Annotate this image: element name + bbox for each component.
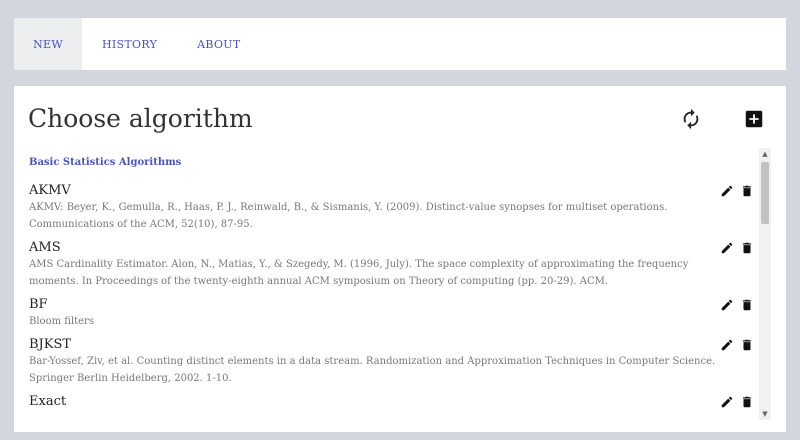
algorithm-name: AKMV [29, 183, 71, 198]
algorithm-description: Bloom filters [29, 316, 94, 327]
delete-icon[interactable] [740, 241, 754, 255]
page-title: Choose algorithm [28, 104, 253, 133]
algorithm-list: AKMV AKMV: Beyer, K., Gemulla, R., Haas,… [29, 182, 754, 416]
delete-icon[interactable] [740, 338, 754, 352]
add-box-icon[interactable] [743, 108, 765, 130]
algorithm-name: AMS [29, 240, 61, 255]
algorithm-description: AMS Cardinality Estimator. Alon, N., Mat… [29, 259, 689, 287]
refresh-icon[interactable] [680, 108, 702, 130]
list-item[interactable]: AMS AMS Cardinality Estimator. Alon, N.,… [29, 239, 754, 290]
list-item[interactable]: BF Bloom filters [29, 296, 754, 330]
scroll-down-icon[interactable]: ▼ [762, 411, 768, 418]
algorithm-description: Bar-Yossef, Ziv, et al. Counting distinc… [29, 356, 716, 384]
tab-about[interactable]: ABOUT [177, 18, 260, 70]
edit-icon[interactable] [720, 241, 734, 255]
edit-icon[interactable] [720, 338, 734, 352]
algorithm-card: Choose algorithm Basic Statistics Algori… [14, 86, 786, 432]
list-item[interactable]: Exact [29, 393, 754, 410]
list-scrollbar[interactable]: ▲ ▼ [759, 148, 771, 420]
edit-icon[interactable] [720, 395, 734, 409]
delete-icon[interactable] [740, 298, 754, 312]
section-label: Basic Statistics Algorithms [29, 157, 182, 168]
list-item[interactable]: AKMV AKMV: Beyer, K., Gemulla, R., Haas,… [29, 182, 754, 233]
algorithm-name: BF [29, 297, 48, 312]
algorithm-description: AKMV: Beyer, K., Gemulla, R., Haas, P. J… [29, 202, 668, 230]
top-nav: NEW HISTORY ABOUT [14, 18, 786, 70]
scrollbar-thumb[interactable] [761, 162, 769, 224]
edit-icon[interactable] [720, 184, 734, 198]
list-item[interactable]: BJKST Bar-Yossef, Ziv, et al. Counting d… [29, 336, 754, 387]
tab-new[interactable]: NEW [14, 18, 82, 70]
algorithm-name: Exact [29, 394, 67, 409]
algorithm-name: BJKST [29, 337, 72, 352]
edit-icon[interactable] [720, 298, 734, 312]
delete-icon[interactable] [740, 395, 754, 409]
tab-history[interactable]: HISTORY [82, 18, 177, 70]
delete-icon[interactable] [740, 184, 754, 198]
scroll-up-icon[interactable]: ▲ [762, 151, 768, 158]
